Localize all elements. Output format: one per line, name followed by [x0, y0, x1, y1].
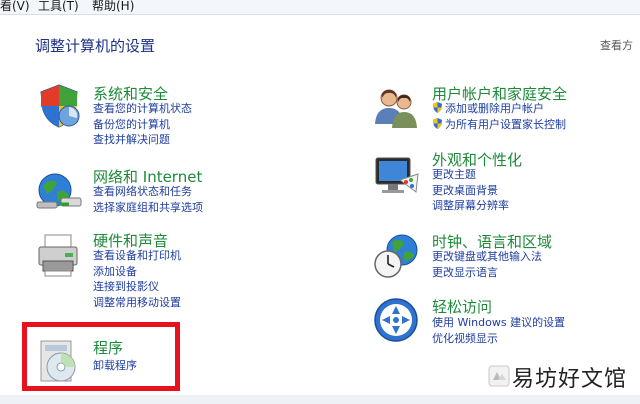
monitor-palette-icon[interactable] [372, 152, 420, 200]
accessibility-icon[interactable] [372, 296, 420, 344]
link-devices-printers[interactable]: 查看设备和打印机 [93, 248, 181, 264]
watermark-text: 易坊好文馆 [512, 367, 628, 392]
clock-links: 更改键盘或其他输入法 更改显示语言 [432, 249, 542, 280]
network-links: 查看网络状态和任务 选择家庭组和共享选项 [93, 184, 203, 215]
link-add-device[interactable]: 添加设备 [93, 264, 181, 280]
ease-links: 使用 Windows 建议的设置 优化视频显示 [432, 315, 565, 346]
bottom-strip [0, 395, 640, 404]
uac-shield-icon [432, 117, 443, 129]
view-by-label[interactable]: 查看方 [600, 37, 633, 53]
menu-view[interactable]: 看(V) [0, 0, 30, 14]
users-icon[interactable] [372, 84, 420, 132]
system-links: 查看您的计算机状态 备份您的计算机 查找并解决问题 [93, 101, 192, 148]
link-connect-projector[interactable]: 连接到投影仪 [93, 279, 181, 295]
link-parental-controls-label: 为所有用户设置家长控制 [445, 117, 566, 131]
shield-icon[interactable] [35, 82, 83, 130]
link-desktop-background[interactable]: 更改桌面背景 [432, 183, 509, 199]
link-homegroup[interactable]: 选择家庭组和共享选项 [93, 200, 203, 216]
users-links: 添加或删除用户帐户 为所有用户设置家长控制 [432, 101, 566, 132]
link-optimize-display[interactable]: 优化视频显示 [432, 331, 565, 347]
link-keyboard-input[interactable]: 更改键盘或其他输入法 [432, 249, 542, 265]
link-view-computer-status[interactable]: 查看您的计算机状态 [93, 101, 192, 117]
page-title: 调整计算机的设置 [35, 37, 156, 55]
link-screen-resolution[interactable]: 调整屏幕分辨率 [432, 198, 509, 214]
link-troubleshoot[interactable]: 查找并解决问题 [93, 132, 192, 148]
link-display-language[interactable]: 更改显示语言 [432, 265, 542, 281]
link-windows-suggested-settings[interactable]: 使用 Windows 建议的设置 [432, 315, 565, 331]
printer-icon[interactable] [35, 231, 83, 279]
appearance-links: 更改主题 更改桌面背景 调整屏幕分辨率 [432, 167, 509, 214]
category-title-ease[interactable]: 轻松访问 [432, 296, 492, 317]
watermark-logo-icon [488, 365, 510, 387]
uac-shield-icon [432, 102, 443, 113]
menu-bar: 看(V) 工具(T) 帮助(H) [0, 0, 640, 15]
link-network-status[interactable]: 查看网络状态和任务 [93, 184, 203, 200]
network-globe-icon[interactable] [35, 168, 83, 216]
link-mobility-settings[interactable]: 调整常用移动设置 [93, 295, 181, 311]
link-add-remove-accounts[interactable]: 添加或删除用户帐户 [432, 101, 566, 117]
link-add-remove-accounts-label: 添加或删除用户帐户 [445, 102, 544, 115]
watermark: 易坊好文馆 [482, 355, 640, 395]
highlight-box [22, 322, 180, 391]
link-parental-controls[interactable]: 为所有用户设置家长控制 [432, 117, 566, 133]
link-change-theme[interactable]: 更改主题 [432, 167, 509, 183]
menu-tools[interactable]: 工具(T) [38, 0, 79, 14]
hardware-links: 查看设备和打印机 添加设备 连接到投影仪 调整常用移动设置 [93, 248, 181, 311]
clock-globe-icon[interactable] [372, 232, 420, 280]
link-backup-computer[interactable]: 备份您的计算机 [93, 117, 192, 133]
menu-help[interactable]: 帮助(H) [92, 0, 134, 14]
